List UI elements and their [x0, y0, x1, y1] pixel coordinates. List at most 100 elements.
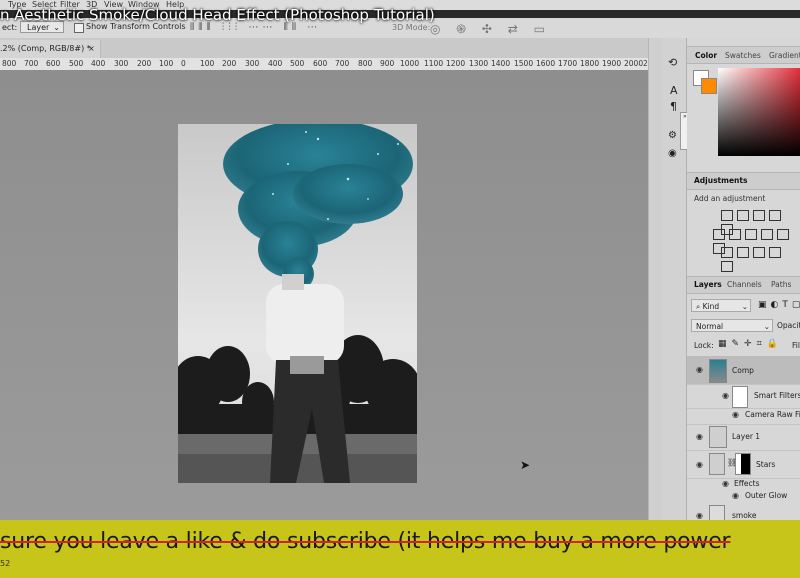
adjustments-row-3[interactable]	[721, 247, 800, 275]
chevron-down-icon: ⌄	[763, 322, 770, 331]
eye-icon[interactable]: ◉	[696, 432, 703, 441]
history-icon[interactable]: ⟲	[668, 56, 677, 69]
ruler-tick: 1700	[558, 59, 578, 68]
search-icon: ⌕	[696, 302, 701, 311]
ruler-tick: 800	[2, 59, 17, 68]
channel-mixer-icon[interactable]	[777, 229, 789, 240]
ruler-tick: 500	[290, 59, 305, 68]
document-image[interactable]	[178, 124, 417, 483]
ruler-tick: 300	[114, 59, 129, 68]
layer-name[interactable]: Stars	[756, 460, 775, 469]
ruler-tick: 100	[159, 59, 174, 68]
layer-name[interactable]: smoke	[732, 511, 757, 520]
opacity-label: Opacity	[777, 321, 800, 330]
layer-thumbnail	[709, 505, 725, 521]
eye-icon[interactable]: ◉	[696, 511, 703, 520]
black-white-icon[interactable]	[745, 229, 757, 240]
adjustments-panel-header: Adjustments	[687, 172, 800, 190]
exposure-icon[interactable]	[769, 210, 781, 221]
ruler-tick: 600	[313, 59, 328, 68]
collapsed-panels-column: ⟲ A ¶ ⚙ ◉	[662, 38, 687, 520]
ruler-tick: 400	[268, 59, 283, 68]
layer-filter-value: Kind	[702, 302, 720, 311]
ruler-tick: 1200	[446, 59, 466, 68]
properties-icon[interactable]: ⚙	[668, 130, 677, 141]
ruler-tick: 1300	[469, 59, 489, 68]
ruler-tick: 200	[137, 59, 152, 68]
adjustments-title: Adjustments	[694, 176, 748, 185]
character-icon[interactable]: A	[670, 84, 678, 97]
tab-paths[interactable]: Paths	[771, 280, 791, 289]
posterize-icon[interactable]	[737, 247, 749, 258]
video-subtitle: sure you leave a like & do subscribe (it…	[0, 529, 731, 554]
layer-effect-name[interactable]: Outer Glow	[745, 491, 787, 500]
ruler-tick: 0	[181, 59, 186, 68]
layer-name[interactable]: Smart Filters	[754, 391, 800, 400]
panel-collapse-strip	[648, 38, 663, 520]
fill-label: Fil	[792, 341, 800, 350]
color-balance-icon[interactable]	[729, 229, 741, 240]
ruler-tick: 600	[46, 59, 61, 68]
hue-saturation-icon[interactable]	[713, 229, 725, 240]
ruler-tick: 1100	[424, 59, 444, 68]
video-timecode: 52	[0, 559, 11, 568]
video-title: n Aesthetic Smoke/Cloud Head Effect (Pho…	[0, 6, 435, 24]
layer-effects-label[interactable]: Effects	[734, 479, 760, 488]
ruler-tick: 500	[69, 59, 84, 68]
ruler-tick: 200	[222, 59, 237, 68]
tab-swatches[interactable]: Swatches	[725, 51, 761, 60]
gradient-map-icon[interactable]	[721, 261, 733, 272]
smart-filter-mask-thumbnail	[732, 386, 748, 408]
layer-name[interactable]: Layer 1	[732, 432, 760, 441]
eye-icon[interactable]: ◉	[696, 365, 703, 374]
levels-icon[interactable]	[737, 210, 749, 221]
adjustments-subtitle: Add an adjustment	[694, 194, 766, 203]
lock-icons[interactable]: ▦✎✛⌗🔒	[718, 339, 783, 349]
eye-icon[interactable]: ◉	[722, 391, 729, 400]
ruler-tick: 900	[380, 59, 395, 68]
chevron-down-icon: ⌄	[741, 302, 748, 311]
layer-filter-icons[interactable]: ▣◐T▢	[758, 300, 800, 310]
tab-channels[interactable]: Channels	[727, 280, 762, 289]
smoke-head-photo	[178, 124, 417, 483]
blend-mode-value: Normal	[696, 322, 724, 331]
document-tab[interactable]: .2% (Comp, RGB/8#) * ×	[0, 40, 101, 58]
tab-layers[interactable]: Layers	[694, 280, 722, 289]
ruler-tick: 100	[200, 59, 215, 68]
ruler-tick: 1600	[536, 59, 556, 68]
ruler-tick: 2000	[624, 59, 644, 68]
ruler-tick: 1000	[400, 59, 420, 68]
selective-color-icon[interactable]	[769, 247, 781, 258]
photo-filter-icon[interactable]	[761, 229, 773, 240]
threshold-icon[interactable]	[753, 247, 765, 258]
layer-thumbnail	[709, 359, 727, 383]
color-panel-header: Color Swatches Gradients	[687, 46, 800, 64]
brightness-icon[interactable]	[721, 210, 733, 221]
brush-settings-icon[interactable]: ◉	[668, 148, 677, 159]
eye-icon[interactable]: ◉	[696, 460, 703, 469]
document-tab-title: .2% (Comp, RGB/8#) *	[0, 44, 91, 53]
background-color-swatch[interactable]	[701, 78, 717, 94]
layer-mask-thumbnail	[735, 453, 751, 475]
cursor-icon: ➤	[520, 458, 531, 472]
layers-panel-header: Layers Channels Paths	[687, 276, 800, 294]
blend-mode-dropdown[interactable]: Normal ⌄	[691, 319, 773, 332]
tab-color[interactable]: Color	[695, 51, 717, 60]
layer-name[interactable]: Camera Raw Filte	[745, 410, 800, 419]
eye-icon[interactable]: ◉	[732, 410, 739, 419]
close-icon[interactable]: ×	[88, 40, 95, 58]
lock-label: Lock:	[694, 341, 714, 350]
layer-name[interactable]: Comp	[732, 366, 754, 375]
layer-thumbnail	[709, 453, 725, 475]
curves-icon[interactable]	[753, 210, 765, 221]
eye-icon[interactable]: ◉	[732, 491, 739, 500]
invert-icon[interactable]	[721, 247, 733, 258]
paragraph-icon[interactable]: ¶	[670, 100, 677, 113]
eye-icon[interactable]: ◉	[722, 479, 729, 488]
ruler-tick: 800	[358, 59, 373, 68]
layer-filter-dropdown[interactable]: ⌕ Kind ⌄	[691, 299, 751, 312]
ruler-tick: 700	[24, 59, 39, 68]
tab-gradients[interactable]: Gradients	[769, 51, 800, 60]
color-picker-field[interactable]	[718, 68, 800, 156]
ruler-tick: 1900	[602, 59, 622, 68]
